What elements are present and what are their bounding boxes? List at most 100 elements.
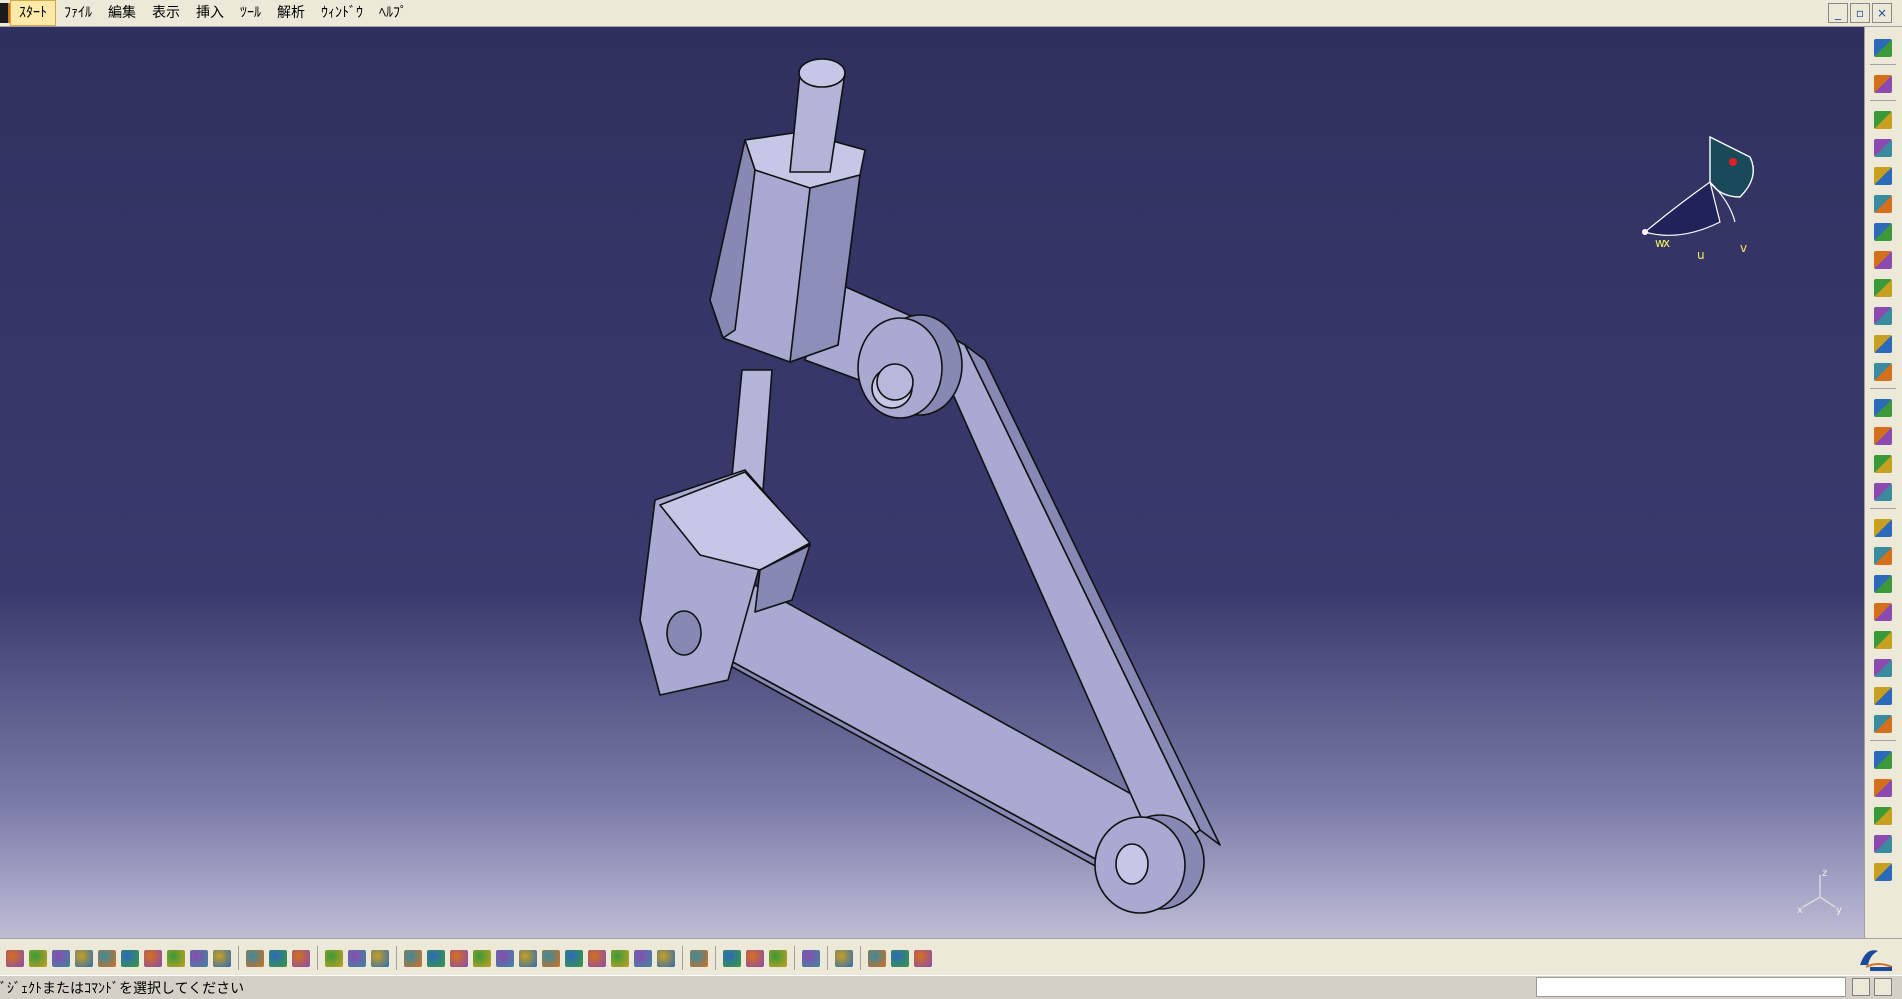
toolbar-separator [827,946,828,970]
render-icon[interactable] [868,950,886,967]
compass-label-u: u [1697,248,1705,262]
axis-label-z: z [1822,868,1827,879]
compass-label-v: v [1740,241,1747,255]
explode-icon[interactable] [1874,399,1892,417]
measure-item-icon[interactable] [746,950,764,967]
change-constraint-icon[interactable] [1874,779,1892,797]
right-toolbar [1864,27,1902,938]
menu-item-4[interactable]: 挿入 [188,0,232,26]
menu-item-8[interactable]: ﾍﾙﾌﾟ [371,0,415,26]
coincidence-constraint-icon[interactable] [1874,547,1892,565]
pan-icon[interactable] [450,950,468,967]
close-button[interactable]: × [1872,3,1892,23]
part-icon[interactable] [1874,195,1892,213]
normal-icon[interactable] [657,950,675,967]
snap-icon[interactable] [1874,455,1892,473]
offset-constraint-icon[interactable] [1874,603,1892,621]
product-icon[interactable] [1874,139,1892,157]
normal-view-icon[interactable] [542,950,560,967]
fix-together-icon[interactable] [1874,687,1892,705]
rotate-icon[interactable] [473,950,491,967]
shading-icon[interactable] [588,950,606,967]
menu-item-6[interactable]: 解析 [269,0,313,26]
spiral-icon[interactable] [802,950,820,967]
iso-view-icon[interactable] [565,950,583,967]
flexible-icon[interactable] [1874,751,1892,769]
cut-icon[interactable] [98,950,116,967]
existing-component-icon[interactable] [1874,223,1892,241]
new-icon[interactable] [6,950,24,967]
toolbar-separator [1870,388,1896,389]
hide-show-icon[interactable] [611,950,629,967]
whats-this-icon[interactable] [213,950,231,967]
top-shaft-cap [798,58,846,88]
replace-icon[interactable] [1874,251,1892,269]
compass-icon[interactable]: w x u v [1635,117,1765,267]
measure-icon[interactable] [1874,863,1892,881]
toolbar-separator [794,946,795,970]
reorder-icon[interactable] [1874,307,1892,325]
status-button-1[interactable] [1852,978,1870,996]
measure-between-icon[interactable] [723,950,741,967]
fly-mode-icon[interactable] [404,950,422,967]
clash-icon[interactable] [1874,519,1892,537]
component-icon[interactable] [1874,167,1892,185]
lock-icon[interactable] [348,950,366,967]
sun-icon[interactable] [292,950,310,967]
fix-constraint-icon[interactable] [1874,659,1892,677]
fast-instantiate-icon[interactable] [1874,363,1892,381]
contact-constraint-icon[interactable] [1874,575,1892,593]
material-icon[interactable] [891,950,909,967]
menu-item-2[interactable]: 編集 [100,0,144,26]
minimize-button[interactable]: _ [1828,3,1848,23]
dimension-icon[interactable] [371,950,389,967]
menu-item-1[interactable]: ﾌｧｲﾙ [56,0,100,26]
copy-icon[interactable] [121,950,139,967]
clevis-hole [666,610,702,656]
toolbar-separator [1870,508,1896,509]
toolbar-separator [860,946,861,970]
formula-icon[interactable] [246,950,264,967]
command-input[interactable] [1536,977,1846,997]
table-icon[interactable] [325,950,343,967]
grid-icon[interactable] [914,950,932,967]
reuse-pattern-icon[interactable] [1874,807,1892,825]
status-button-2[interactable] [1874,978,1892,996]
multi-instantiate-icon[interactable] [1874,335,1892,353]
axis-label-x: x [1797,905,1803,916]
undo-icon[interactable] [167,950,185,967]
paste-icon[interactable] [144,950,162,967]
print-icon[interactable] [75,950,93,967]
swap-visible-icon[interactable] [634,950,652,967]
catalog-icon[interactable] [1874,39,1892,57]
select-arrow-icon[interactable] [1874,75,1892,93]
axis-triad-icon: z x y [1797,868,1842,916]
quick-constraint-icon[interactable] [1874,715,1892,733]
status-bar: ﾞｼﾞｪｸﾄまたはｺﾏﾝﾄﾞを選択してください [0,975,1902,999]
fit-all-icon[interactable] [427,950,445,967]
angle-constraint-icon[interactable] [1874,631,1892,649]
toolbar-separator [317,946,318,970]
redo-icon[interactable] [190,950,208,967]
save-icon[interactable] [52,950,70,967]
sketch-icon[interactable] [1874,111,1892,129]
manipulate-icon[interactable] [1874,427,1892,445]
section-icon[interactable] [690,950,708,967]
mass-icon[interactable] [769,950,787,967]
restore-button[interactable]: ▫ [1850,3,1870,23]
linkage-model[interactable] [0,27,1864,938]
menu-item-7[interactable]: ｳｨﾝﾄﾞｳ [313,0,371,26]
menu-item-3[interactable]: 表示 [144,0,188,26]
scene-icon[interactable] [835,950,853,967]
graph-tree-icon[interactable] [1874,279,1892,297]
open-icon[interactable] [29,950,47,967]
menu-item-0[interactable]: ｽﾀｰﾄ [10,0,56,26]
zoom-in-icon[interactable] [496,950,514,967]
smart-move-icon[interactable] [1874,483,1892,501]
toolbar-separator [1870,740,1896,741]
zoom-out-icon[interactable] [519,950,537,967]
knowledge-icon[interactable] [269,950,287,967]
menu-item-5[interactable]: ﾂｰﾙ [232,0,269,26]
3d-viewport[interactable]: w x u v z x y [0,27,1864,938]
update-icon[interactable] [1874,835,1892,853]
